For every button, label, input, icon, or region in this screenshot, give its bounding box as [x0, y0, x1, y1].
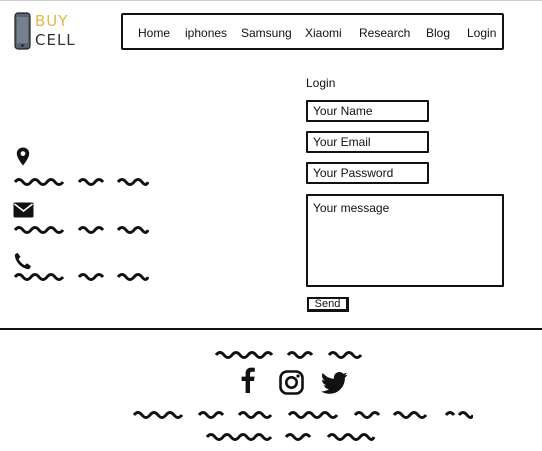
nav-blog[interactable]: Blog	[426, 26, 450, 40]
brand-buy: BUY	[35, 12, 69, 30]
nav-samsung[interactable]: Samsung	[241, 26, 292, 40]
phone-logo-icon	[14, 12, 31, 50]
footer-scribble-top	[215, 351, 363, 359]
nav-home[interactable]: Home	[138, 26, 170, 40]
envelope-icon	[13, 202, 34, 218]
main-nav: Home iphones Samsung Xiaomi Research Blo…	[121, 13, 504, 50]
nav-research[interactable]: Research	[359, 26, 410, 40]
top-border	[0, 0, 542, 1]
form-title: Login	[306, 76, 336, 90]
nav-xiaomi[interactable]: Xiaomi	[305, 26, 342, 40]
footer-divider	[0, 328, 542, 330]
twitter-icon[interactable]	[321, 372, 348, 394]
send-button[interactable]: Send	[307, 297, 349, 312]
phone-text-scribble	[14, 273, 149, 281]
nav-login[interactable]: Login	[467, 26, 496, 40]
email-field[interactable]	[306, 131, 429, 153]
brand-name: BUY CELL	[35, 12, 76, 50]
nav-iphones[interactable]: iphones	[185, 26, 227, 40]
message-field[interactable]	[306, 194, 504, 287]
phone-icon	[14, 252, 32, 270]
facebook-icon[interactable]	[241, 367, 255, 393]
email-text-scribble	[14, 226, 149, 234]
brand-cell: CELL	[35, 31, 76, 49]
footer-scribble-line1	[133, 411, 473, 419]
address-text-scribble	[14, 178, 149, 186]
instagram-icon[interactable]	[279, 370, 304, 395]
password-field[interactable]	[306, 162, 429, 184]
name-field[interactable]	[306, 100, 429, 122]
map-marker-icon	[16, 147, 30, 166]
footer-scribble-line2	[206, 433, 376, 441]
site-logo[interactable]: BUY CELL	[14, 12, 84, 52]
